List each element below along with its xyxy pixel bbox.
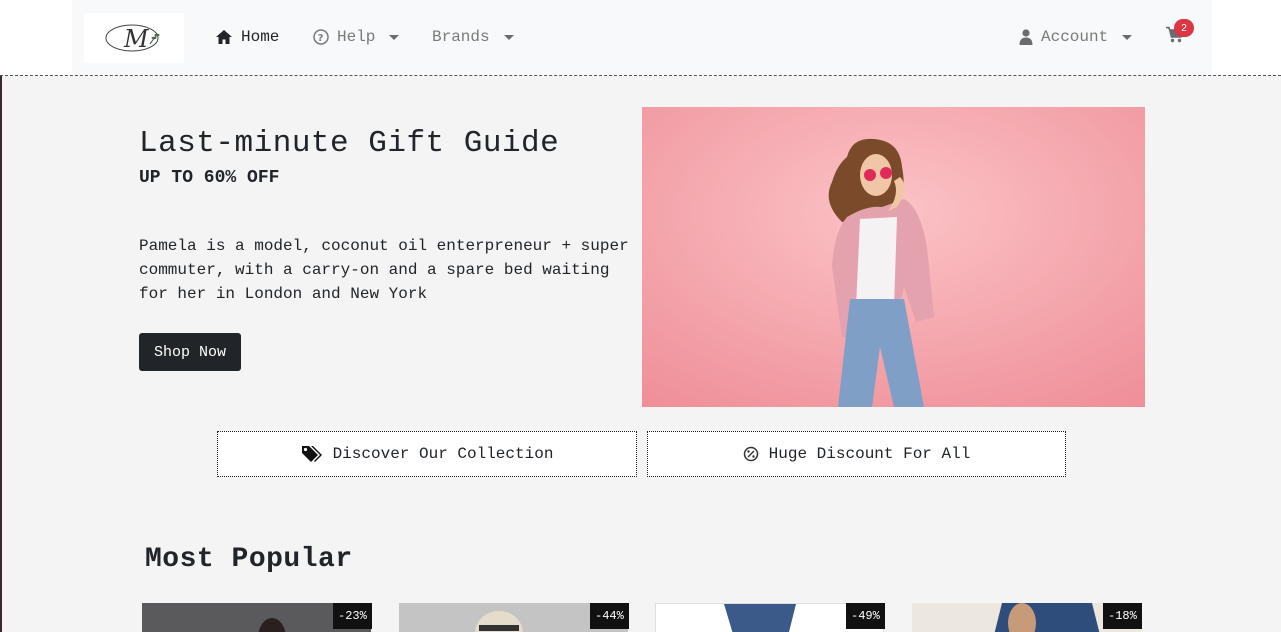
discover-collection-label: Discover Our Collection: [332, 445, 554, 463]
discount-badge: -44%: [590, 603, 629, 629]
huge-discount-label: Huge Discount For All: [768, 445, 971, 463]
brand-logo[interactable]: M: [84, 13, 184, 63]
svg-text:?: ?: [318, 33, 324, 44]
discount-badge: -23%: [333, 603, 372, 629]
chevron-down-icon: [1122, 34, 1133, 40]
nav-brands-dropdown[interactable]: Brands: [432, 26, 514, 48]
nav-account-dropdown[interactable]: Account: [1019, 26, 1133, 48]
home-icon: [216, 30, 232, 44]
nav-help-dropdown[interactable]: ? Help: [313, 26, 400, 48]
chevron-down-icon: [389, 34, 400, 40]
user-icon: [1019, 29, 1033, 45]
cart-count-badge: 2: [1174, 19, 1194, 37]
nav-account-label: Account: [1041, 28, 1109, 46]
svg-text:M: M: [123, 25, 150, 53]
chevron-down-icon: [503, 34, 514, 40]
window-edge: [0, 0, 2, 632]
hero-title: Last-minute Gift Guide: [139, 126, 560, 161]
hero-description: Pamela is a model, coconut oil enterpren…: [139, 237, 629, 303]
tags-icon: [301, 446, 322, 462]
nav-home-link[interactable]: Home: [215, 26, 279, 48]
nav-home-label: Home: [241, 28, 280, 46]
top-navbar: M Home ? Help Brands Account 2: [0, 0, 1281, 76]
question-circle-icon: ?: [313, 29, 329, 45]
discount-badge: -49%: [846, 603, 885, 629]
nav-help-label: Help: [337, 28, 376, 46]
discount-badge-icon: [743, 446, 758, 462]
nav-container: M Home ? Help Brands Account 2: [72, 0, 1212, 75]
most-popular-heading: Most Popular: [145, 544, 353, 575]
discount-badge: -18%: [1103, 603, 1142, 629]
shop-now-button[interactable]: Shop Now: [139, 333, 241, 371]
discover-collection-box[interactable]: Discover Our Collection: [217, 431, 637, 477]
huge-discount-box[interactable]: Huge Discount For All: [647, 431, 1066, 477]
hero-subtitle: UP TO 60% OFF: [139, 168, 280, 188]
nav-brands-label: Brands: [432, 28, 490, 46]
hero-model-image: [642, 107, 1145, 407]
logo-mark-icon: M: [105, 24, 160, 53]
